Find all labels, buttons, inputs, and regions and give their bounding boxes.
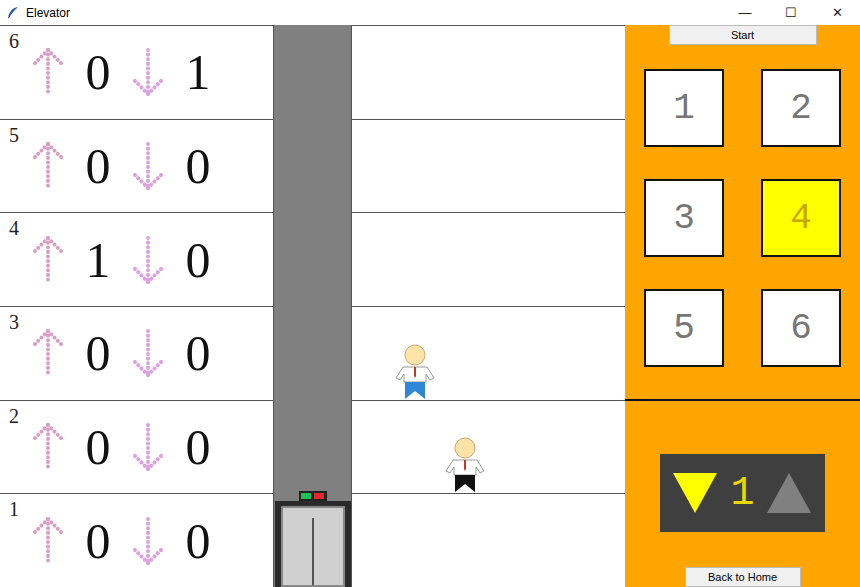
down-triangle-icon [671, 471, 719, 515]
up-triangle-icon [765, 471, 813, 515]
up-count: 0 [70, 516, 126, 566]
floor-button[interactable]: 2 [761, 69, 841, 147]
window-title: Elevator [26, 6, 722, 20]
down-arrow-icon [130, 421, 166, 473]
person-icon [444, 437, 486, 493]
elevator-car [275, 501, 351, 587]
back-button[interactable]: Back to Home [685, 567, 801, 587]
window-control[interactable]: ✕ [814, 0, 860, 25]
floor-number: 6 [9, 30, 19, 53]
up-count: 0 [70, 328, 126, 378]
person-icon [394, 344, 436, 400]
control-panel: Start1234561Back to Home [625, 25, 860, 587]
floor-button[interactable]: 6 [761, 289, 841, 367]
down-count: 0 [170, 235, 226, 285]
window-control[interactable]: ☐ [768, 0, 814, 25]
floor-lane [352, 120, 625, 214]
floor-number: 5 [9, 124, 19, 147]
floor-lanes [352, 25, 625, 587]
call-counter-panel: 601500410300200100 [0, 25, 273, 587]
floor-number: 2 [9, 405, 19, 428]
car-light [314, 493, 324, 499]
up-count: 1 [70, 235, 126, 285]
floor-button[interactable]: 4 [761, 179, 841, 257]
car-lights [299, 491, 327, 501]
floor-counter-row: 2 00 [0, 401, 273, 495]
floor-lane [352, 401, 625, 495]
feather-icon [6, 6, 20, 20]
down-arrow-icon [130, 234, 166, 286]
floor-counter-row: 5 00 [0, 120, 273, 214]
up-count: 0 [70, 422, 126, 472]
up-arrow-icon [30, 46, 66, 98]
floor-number: 4 [9, 217, 19, 240]
up-count: 0 [70, 141, 126, 191]
car-light [301, 493, 311, 499]
floor-number: 1 [9, 498, 19, 521]
floor-counter-row: 1 00 [0, 494, 273, 587]
floor-lane [352, 494, 625, 587]
up-count: 0 [70, 47, 126, 97]
display-floor: 1 [730, 471, 754, 516]
down-arrow-icon [130, 46, 166, 98]
down-count: 0 [170, 422, 226, 472]
floor-button-grid: 123456 [644, 69, 841, 367]
floor-button[interactable]: 1 [644, 69, 724, 147]
floor-button[interactable]: 5 [644, 289, 724, 367]
floor-counter-row: 6 01 [0, 26, 273, 120]
elevator-window: Elevator—☐✕601500410300200100Start123456… [0, 0, 860, 587]
elevator-shaft [273, 25, 352, 587]
up-arrow-icon [30, 234, 66, 286]
down-arrow-icon [130, 327, 166, 379]
floor-counter-row: 4 10 [0, 213, 273, 307]
floor-button[interactable]: 3 [644, 179, 724, 257]
down-arrow-icon [130, 515, 166, 567]
floor-lane [352, 213, 625, 307]
main-area: 601500410300200100Start1234561Back to Ho… [0, 25, 860, 587]
floor-display: 1 [660, 454, 825, 532]
title-bar: Elevator—☐✕ [0, 0, 860, 25]
window-control[interactable]: — [722, 0, 768, 25]
floor-lane [352, 307, 625, 401]
up-arrow-icon [30, 515, 66, 567]
down-arrow-icon [130, 140, 166, 192]
floor-number: 3 [9, 311, 19, 334]
start-button[interactable]: Start [669, 25, 817, 45]
down-count: 0 [170, 516, 226, 566]
floor-counter-row: 3 00 [0, 307, 273, 401]
up-arrow-icon [30, 421, 66, 473]
floor-lane [352, 26, 625, 120]
down-count: 1 [170, 47, 226, 97]
down-count: 0 [170, 328, 226, 378]
up-arrow-icon [30, 327, 66, 379]
up-arrow-icon [30, 140, 66, 192]
down-count: 0 [170, 141, 226, 191]
